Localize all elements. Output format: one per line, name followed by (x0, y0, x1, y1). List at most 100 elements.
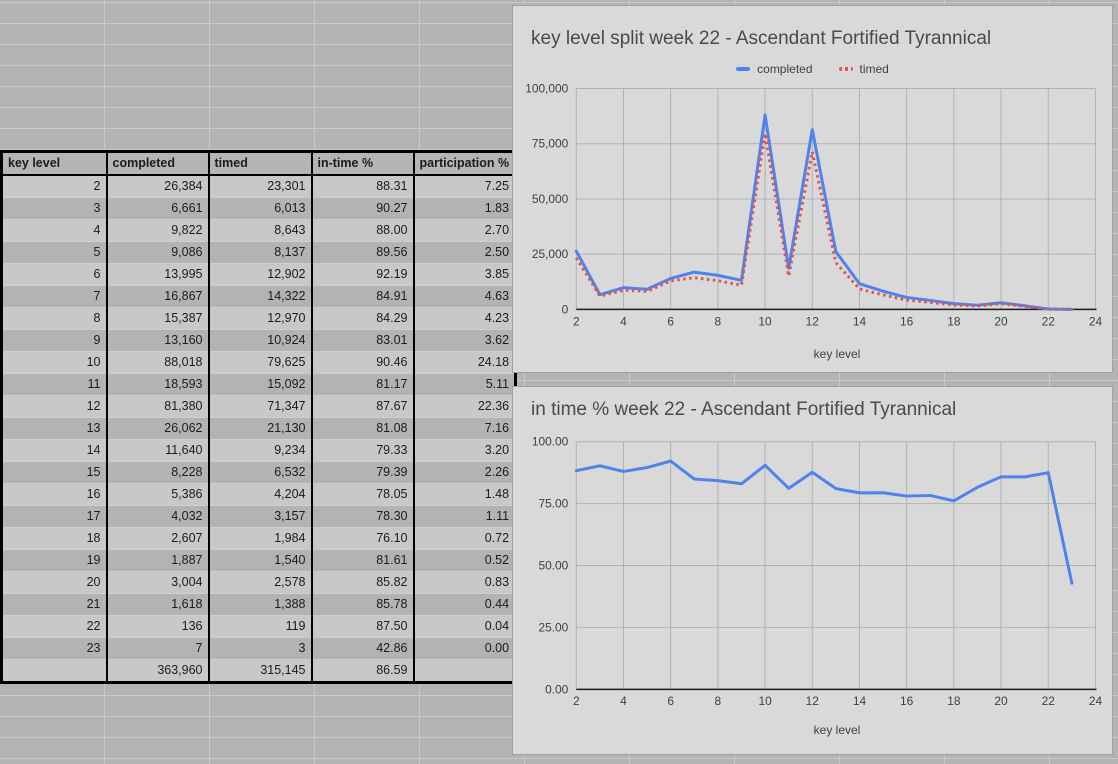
cell[interactable]: 9,822 (107, 220, 209, 242)
cell[interactable]: 9,086 (107, 242, 209, 264)
cell[interactable]: 2.26 (414, 462, 516, 484)
column-header[interactable]: completed (107, 152, 209, 176)
cell[interactable]: 23,301 (209, 175, 312, 198)
cell[interactable]: 1,388 (209, 594, 312, 616)
cell[interactable]: 0.00 (414, 638, 516, 660)
cell[interactable]: 8,643 (209, 220, 312, 242)
cell[interactable]: 1,984 (209, 528, 312, 550)
cell[interactable]: 88.00 (312, 220, 414, 242)
cell[interactable]: 81.61 (312, 550, 414, 572)
cell[interactable]: 2,578 (209, 572, 312, 594)
cell[interactable]: 0.83 (414, 572, 516, 594)
cell[interactable]: 7 (107, 638, 209, 660)
cell[interactable]: 22.36 (414, 396, 516, 418)
cell[interactable]: 6 (2, 264, 107, 286)
cell[interactable]: 23 (2, 638, 107, 660)
cell[interactable]: 12,902 (209, 264, 312, 286)
cell[interactable]: 5 (2, 242, 107, 264)
cell[interactable]: 15,387 (107, 308, 209, 330)
cell[interactable]: 14,322 (209, 286, 312, 308)
cell[interactable]: 4 (2, 220, 107, 242)
cell[interactable]: 18 (2, 528, 107, 550)
cell[interactable]: 81.08 (312, 418, 414, 440)
cell[interactable]: 87.50 (312, 616, 414, 638)
cell[interactable]: 14 (2, 440, 107, 462)
cell[interactable]: 136 (107, 616, 209, 638)
cell[interactable]: 3,157 (209, 506, 312, 528)
cell[interactable]: 0.44 (414, 594, 516, 616)
cell[interactable]: 20 (2, 572, 107, 594)
cell[interactable]: 1,540 (209, 550, 312, 572)
cell[interactable]: 79.39 (312, 462, 414, 484)
cell[interactable]: 9,234 (209, 440, 312, 462)
cell[interactable]: 363,960 (107, 660, 209, 683)
cell[interactable]: 3 (209, 638, 312, 660)
cell[interactable]: 3,004 (107, 572, 209, 594)
cell[interactable]: 11 (2, 374, 107, 396)
cell[interactable]: 7.16 (414, 418, 516, 440)
cell[interactable]: 85.78 (312, 594, 414, 616)
cell[interactable]: 92.19 (312, 264, 414, 286)
chart-panel-in-time-pct[interactable]: 246810121416182022240.0025.0050.0075.001… (512, 386, 1113, 755)
chart-panel-key-level-split[interactable]: 24681012141618202224025,00050,00075,0001… (512, 5, 1113, 373)
cell[interactable]: 76.10 (312, 528, 414, 550)
cell[interactable]: 86.59 (312, 660, 414, 683)
column-header[interactable]: key level (2, 152, 107, 176)
cell[interactable]: 87.67 (312, 396, 414, 418)
cell[interactable]: 88.31 (312, 175, 414, 198)
sheet-grid[interactable]: key levelcompletedtimedin-time %particip… (0, 0, 1118, 764)
column-header[interactable]: participation % (414, 152, 516, 176)
cell[interactable]: 81.17 (312, 374, 414, 396)
cell[interactable]: 71,347 (209, 396, 312, 418)
cell[interactable]: 10 (2, 352, 107, 374)
cell[interactable]: 0.72 (414, 528, 516, 550)
cell[interactable]: 13 (2, 418, 107, 440)
cell[interactable]: 6,013 (209, 198, 312, 220)
cell[interactable]: 90.27 (312, 198, 414, 220)
cell[interactable]: 88,018 (107, 352, 209, 374)
cell[interactable]: 78.30 (312, 506, 414, 528)
cell[interactable]: 26,062 (107, 418, 209, 440)
cell[interactable]: 85.82 (312, 572, 414, 594)
cell[interactable]: 13,160 (107, 330, 209, 352)
cell[interactable]: 19 (2, 550, 107, 572)
cell[interactable]: 7.25 (414, 175, 516, 198)
cell[interactable]: 16 (2, 484, 107, 506)
cell[interactable]: 81,380 (107, 396, 209, 418)
cell[interactable]: 26,384 (107, 175, 209, 198)
cell[interactable]: 16,867 (107, 286, 209, 308)
cell[interactable]: 7 (2, 286, 107, 308)
cell[interactable]: 17 (2, 506, 107, 528)
cell[interactable]: 1.48 (414, 484, 516, 506)
cell[interactable]: 22 (2, 616, 107, 638)
cell[interactable]: 12 (2, 396, 107, 418)
cell[interactable]: 2 (2, 175, 107, 198)
cell[interactable]: 8 (2, 308, 107, 330)
cell[interactable]: 3.20 (414, 440, 516, 462)
cell[interactable]: 8,228 (107, 462, 209, 484)
cell[interactable]: 11,640 (107, 440, 209, 462)
cell[interactable]: 24.18 (414, 352, 516, 374)
cell[interactable]: 78.05 (312, 484, 414, 506)
cell[interactable]: 89.56 (312, 242, 414, 264)
cell[interactable]: 79.33 (312, 440, 414, 462)
cell[interactable]: 315,145 (209, 660, 312, 683)
cell[interactable]: 42.86 (312, 638, 414, 660)
cell[interactable]: 90.46 (312, 352, 414, 374)
cell[interactable]: 4.23 (414, 308, 516, 330)
column-header[interactable]: timed (209, 152, 312, 176)
cell[interactable]: 3.85 (414, 264, 516, 286)
cell[interactable]: 21,130 (209, 418, 312, 440)
cell[interactable]: 1,887 (107, 550, 209, 572)
cell[interactable]: 0.52 (414, 550, 516, 572)
cell[interactable]: 18,593 (107, 374, 209, 396)
cell[interactable]: 15,092 (209, 374, 312, 396)
cell[interactable]: 84.91 (312, 286, 414, 308)
cell[interactable]: 5,386 (107, 484, 209, 506)
cell[interactable]: 9 (2, 330, 107, 352)
cell[interactable]: 6,532 (209, 462, 312, 484)
column-header[interactable]: in-time % (312, 152, 414, 176)
cell[interactable]: 21 (2, 594, 107, 616)
cell[interactable] (2, 660, 107, 683)
cell[interactable]: 13,995 (107, 264, 209, 286)
